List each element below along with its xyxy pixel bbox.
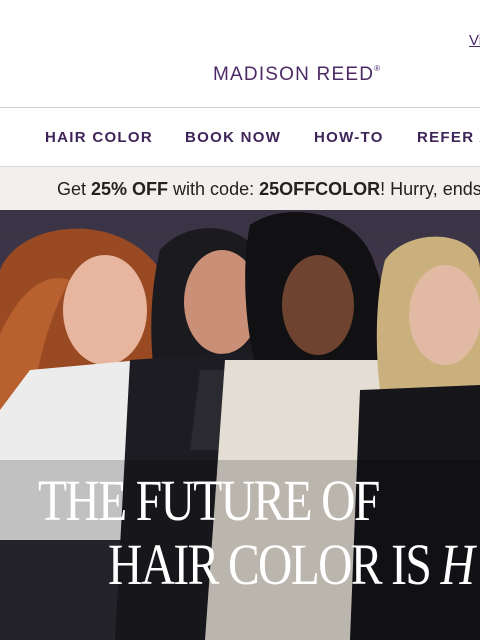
promo-banner[interactable]: Get 25% OFF with code: 25OFFCOLOR! Hurry… (0, 167, 480, 210)
registered-mark: ® (374, 63, 382, 73)
nav-item-how-to[interactable]: HOW-TO (314, 129, 384, 146)
main-nav: HAIR COLOR BOOK NOW HOW-TO REFER A (0, 108, 480, 167)
logo-text: MADISON REED (213, 64, 375, 85)
promo-post: ! Hurry, ends (380, 179, 480, 199)
madison-reed-logo[interactable]: MADISON REED® (213, 64, 381, 86)
headline-line-2-text: HAIR COLOR IS (108, 532, 441, 597)
nav-item-hair-color[interactable]: HAIR COLOR (45, 129, 153, 146)
view-in-browser-link[interactable]: Vi (469, 32, 480, 49)
headline-line-2: HAIR COLOR IS H (108, 536, 475, 594)
headline-line-2-italic: H (440, 532, 474, 597)
hero-headline: THE FUTURE OF HAIR COLOR IS H (0, 210, 480, 640)
promo-code: 25OFFCOLOR (259, 179, 381, 199)
promo-pre: Get (57, 179, 92, 199)
hero-banner[interactable]: THE FUTURE OF HAIR COLOR IS H (0, 210, 480, 640)
headline-line-1: THE FUTURE OF (38, 468, 380, 533)
promo-text: Get 25% OFF with code: 25OFFCOLOR! Hurry… (57, 179, 480, 200)
promo-discount: 25% OFF (91, 179, 169, 199)
promo-mid: with code: (168, 179, 260, 199)
email-header: Vi MADISON REED® (0, 0, 480, 108)
nav-item-refer[interactable]: REFER A (417, 129, 480, 146)
nav-item-book-now[interactable]: BOOK NOW (185, 129, 281, 146)
